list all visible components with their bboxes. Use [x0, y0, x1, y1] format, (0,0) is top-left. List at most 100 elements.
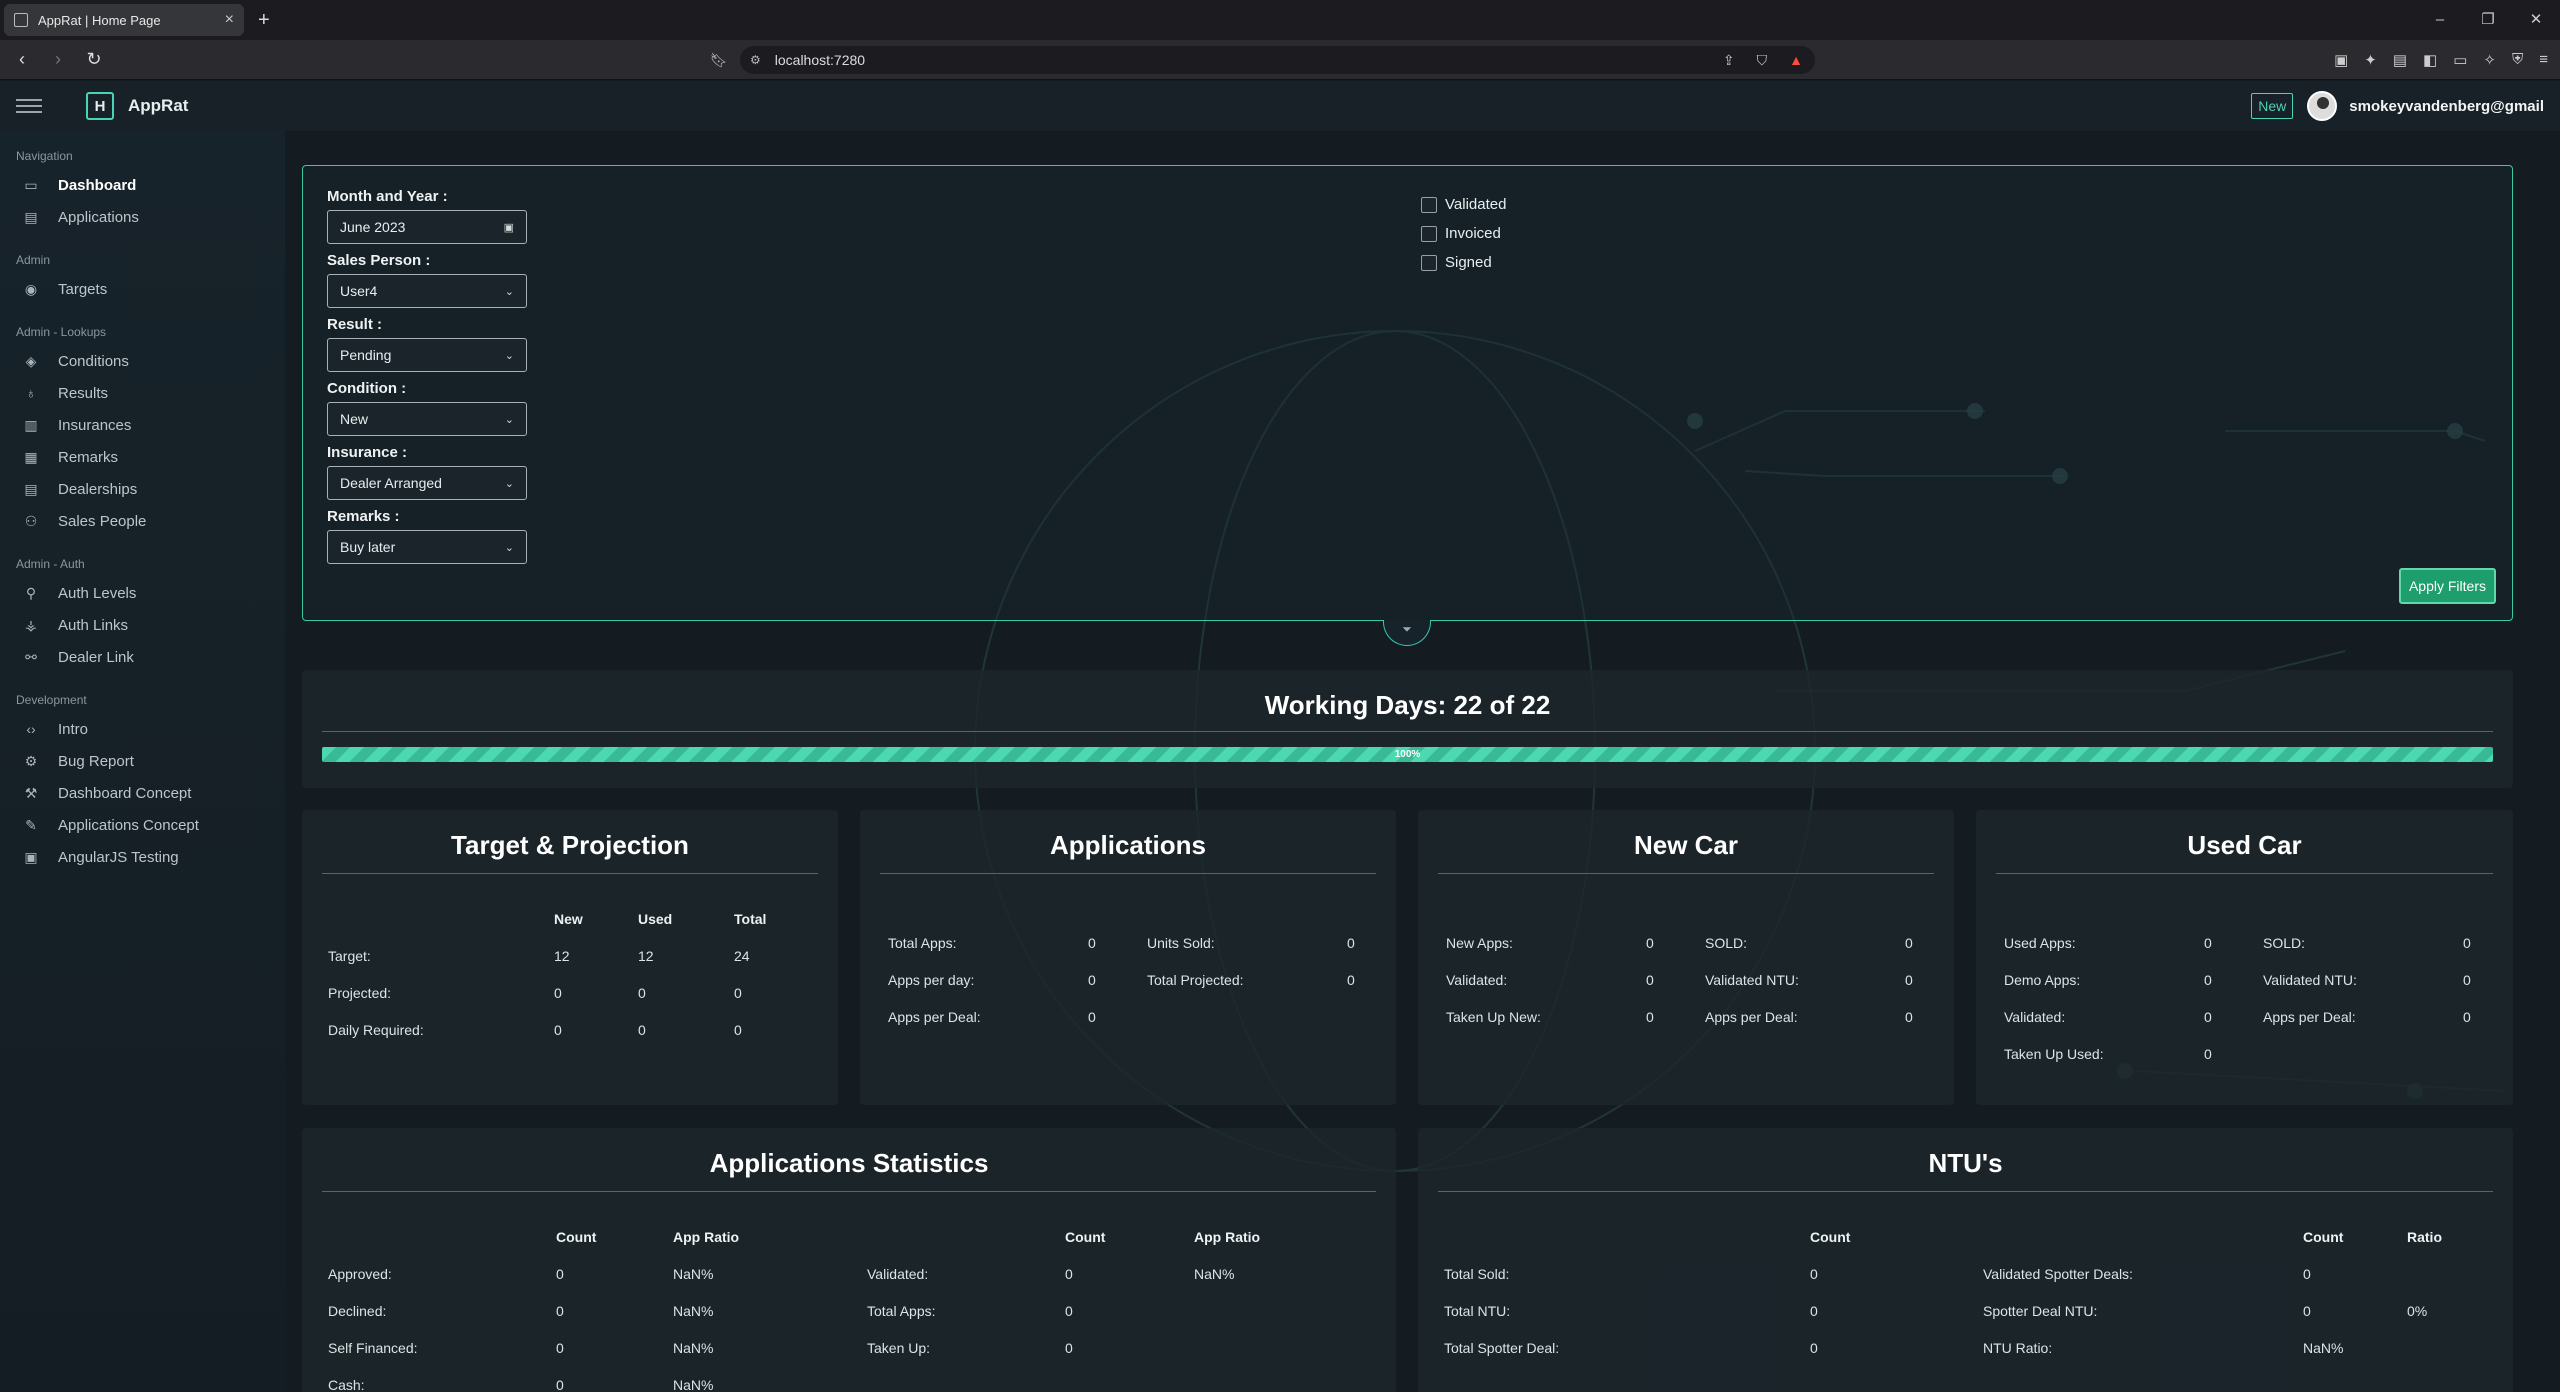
brave-rewards-icon[interactable]: ▲	[1789, 52, 1803, 69]
sales-person-select[interactable]: User4 ⌄	[327, 274, 527, 308]
menu-icon[interactable]: ≡	[2539, 51, 2548, 69]
sidebar-item-dashboard[interactable]: ▭ Dashboard	[0, 169, 285, 201]
monitor-icon: ▭	[24, 176, 38, 193]
stat-row: SOLD: 0	[1705, 924, 1965, 961]
sidebar-item-conditions[interactable]: ◈ Conditions	[0, 345, 285, 377]
back-icon[interactable]: ‹	[8, 49, 36, 70]
remarks-select[interactable]: Buy later ⌄	[327, 530, 527, 564]
sidebar-item-insurances[interactable]: ▥ Insurances	[0, 409, 285, 441]
stat-label: Taken Up New:	[1446, 1008, 1541, 1025]
minimize-icon[interactable]: –	[2416, 0, 2464, 40]
new-tab-icon[interactable]: +	[258, 9, 270, 32]
puzzle-icon[interactable]: ✦	[2364, 51, 2377, 69]
sidebar-item-auth-levels[interactable]: ⚲ Auth Levels	[0, 577, 285, 609]
sidebar-item-bug-report[interactable]: ⚙ Bug Report	[0, 745, 285, 777]
sidebar-item-sales-people[interactable]: ⚇ Sales People	[0, 505, 285, 537]
stat-value: 0	[1347, 934, 1355, 951]
sidebar-item-intro[interactable]: ‹› Intro	[0, 713, 285, 745]
checkbox-box[interactable]	[1421, 196, 1437, 213]
month-year-label: Month and Year :	[327, 188, 448, 205]
sidebar-section-title: Development	[16, 693, 87, 707]
insurance-value: Dealer Arranged	[340, 475, 442, 491]
sidebar-item-label: Applications Concept	[58, 816, 199, 834]
hamburger-menu-icon[interactable]	[16, 99, 42, 113]
invoiced-label: Invoiced	[1445, 225, 1501, 242]
stat-label: Units Sold:	[1147, 934, 1215, 951]
reload-icon[interactable]: ↻	[80, 49, 108, 70]
ntu-card: NTU's Count Total Sold: 0 Total NTU: 0 Tot…	[1418, 1128, 2513, 1392]
sidebar-item-auth-links[interactable]: ⚶ Auth Links	[0, 609, 285, 641]
media-icon[interactable]: ▤	[2393, 51, 2407, 69]
wallet-icon[interactable]: ▭	[2453, 51, 2467, 69]
sidebar-item-targets[interactable]: ◉ Targets	[0, 273, 285, 305]
stat-label: SOLD:	[1705, 934, 1748, 951]
sidebar-icon[interactable]: ◧	[2423, 51, 2437, 69]
collapse-filters-toggle[interactable]: ⏷	[1383, 620, 1431, 646]
target-icon: ◉	[24, 280, 38, 297]
sidebar-item-dashboard-concept[interactable]: ⚒ Dashboard Concept	[0, 777, 285, 809]
url-field[interactable]: 🔖︎ ⚙ localhost:7280 ⇪ ⛉ ▲	[710, 46, 1815, 74]
stat-value: 0	[2463, 1008, 2471, 1025]
sidebar-item-applications[interactable]: ▤ Applications	[0, 201, 285, 233]
restore-icon[interactable]: ❐	[2464, 0, 2512, 40]
sidebar-item-applications-concept[interactable]: ✎ Applications Concept	[0, 809, 285, 841]
avatar[interactable]	[2307, 91, 2338, 121]
browser-tab[interactable]: AppRat | Home Page ×	[4, 4, 244, 36]
divider	[880, 873, 1376, 874]
signed-label: Signed	[1445, 254, 1492, 271]
month-year-value: June 2023	[340, 219, 406, 235]
insurance-select[interactable]: Dealer Arranged ⌄	[327, 466, 527, 500]
stat-row: Validated: 0	[2004, 998, 2264, 1035]
row-label: Target:	[328, 947, 371, 964]
forward-icon[interactable]: ›	[44, 49, 72, 70]
stat-label: Apps per day:	[888, 971, 975, 988]
extension-icon[interactable]: ▣	[2334, 51, 2348, 69]
close-window-icon[interactable]: ✕	[2512, 0, 2560, 40]
sidebar-item-remarks[interactable]: ▦ Remarks	[0, 441, 285, 473]
ntu-right-table: Count Ratio Validated Spotter Deals: 0 Sp…	[1983, 1218, 2487, 1366]
checkbox-box[interactable]	[1421, 254, 1437, 271]
table-row: Taken Up: 0	[867, 1329, 1314, 1366]
new-car-right-list: SOLD: 0 Validated NTU: 0 Apps per Deal: 0	[1705, 924, 1965, 1035]
table-header-row: Count App Ratio	[328, 1218, 843, 1255]
stat-row: Apps per Deal: 0	[2263, 998, 2523, 1035]
validated-checkbox[interactable]: Validated	[1421, 190, 1506, 219]
vpn-icon[interactable]: ⛨	[2512, 51, 2523, 69]
app-title[interactable]: AppRat	[128, 96, 188, 116]
divider	[1996, 873, 2493, 874]
bookmark-icon[interactable]: 🔖︎	[710, 52, 728, 69]
sidebar-item-angularjs-testing[interactable]: ▣ AngularJS Testing	[0, 841, 285, 873]
chevron-down-icon: ⌄	[504, 349, 514, 362]
cell	[1194, 1329, 1314, 1366]
result-select[interactable]: Pending ⌄	[327, 338, 527, 372]
condition-select[interactable]: New ⌄	[327, 402, 527, 436]
stat-row: Total Projected: 0	[1147, 961, 1407, 998]
new-car-card: New Car New Apps: 0 Validated: 0 Taken Up …	[1418, 810, 1954, 1105]
document-icon: ▤	[24, 208, 38, 225]
table-row: Projected: 0 0 0	[328, 974, 794, 1011]
site-settings-icon[interactable]: ⚙	[750, 53, 761, 67]
new-button[interactable]: New	[2251, 93, 2294, 119]
brave-shield-icon[interactable]: ⛉	[1757, 52, 1768, 69]
sidebar-item-dealer-link[interactable]: ⚯ Dealer Link	[0, 641, 285, 673]
invoiced-checkbox[interactable]: Invoiced	[1421, 219, 1506, 248]
calendar-icon[interactable]: ▣	[504, 221, 514, 234]
close-tab-icon[interactable]: ×	[225, 11, 234, 29]
share-icon[interactable]: ⇪	[1723, 52, 1735, 69]
apply-filters-button[interactable]: Apply Filters	[2398, 568, 2496, 604]
result-group: Result : Pending ⌄	[327, 316, 527, 372]
sidebar-item-results[interactable]: ♁ Results	[0, 377, 285, 409]
sidebar-item-label: Bug Report	[58, 752, 134, 770]
cell: 12	[638, 947, 654, 964]
leo-icon[interactable]: ✧	[2483, 51, 2496, 69]
month-year-input[interactable]: June 2023 ▣	[327, 210, 527, 244]
applications-statistics-right-table: Count App Ratio Validated: 0 NaN% Total Ap…	[867, 1218, 1314, 1366]
stat-value: 0	[1905, 934, 1913, 951]
table-row: NTU Ratio: NaN%	[1983, 1329, 2487, 1366]
signed-checkbox[interactable]: Signed	[1421, 248, 1506, 277]
table-row: Total Apps: 0	[867, 1292, 1314, 1329]
checkbox-box[interactable]	[1421, 225, 1437, 242]
cell: NaN%	[1194, 1265, 1235, 1282]
user-email[interactable]: smokeyvandenberg@gmail	[2349, 98, 2544, 115]
sidebar-item-dealerships[interactable]: ▤ Dealerships	[0, 473, 285, 505]
